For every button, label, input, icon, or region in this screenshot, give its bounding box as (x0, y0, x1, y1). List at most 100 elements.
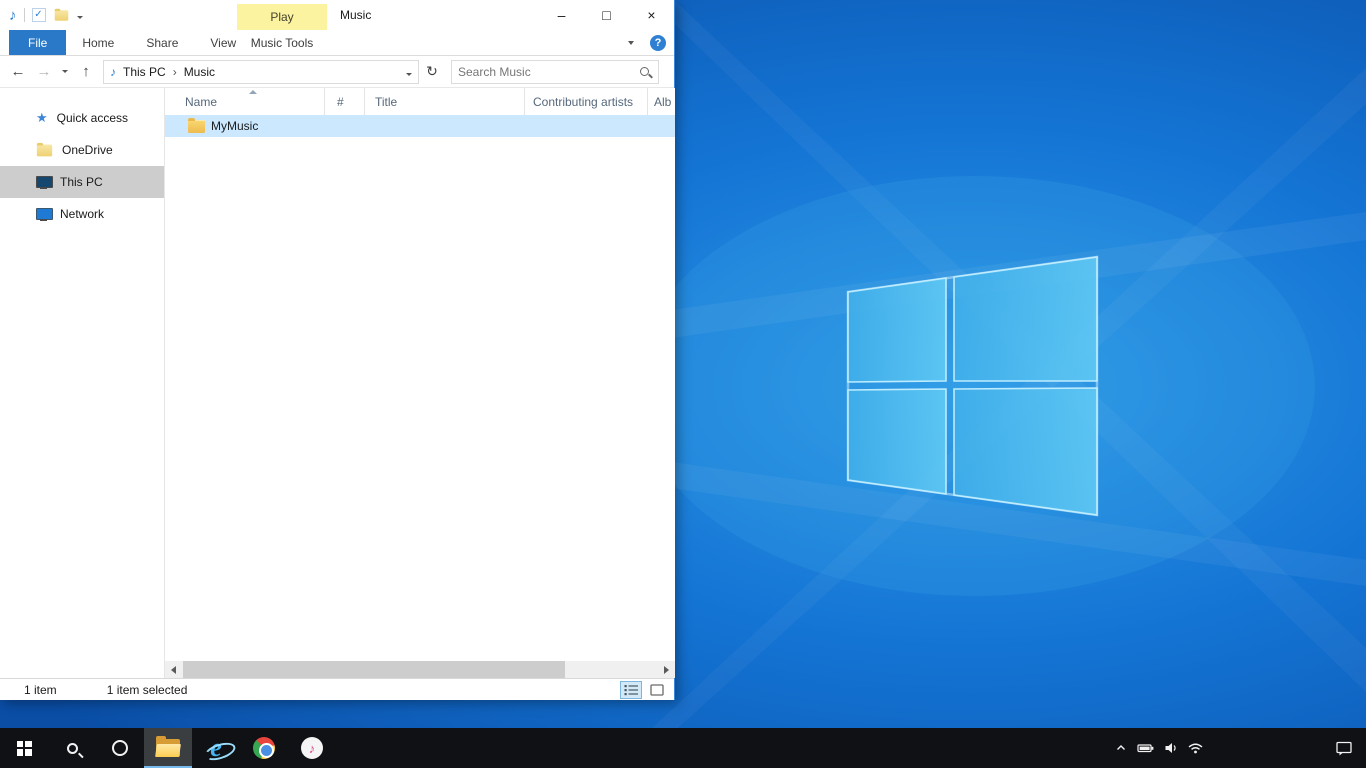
column-label: Contributing artists (533, 95, 633, 109)
sidebar-item-label: OneDrive (62, 143, 113, 157)
file-list-pane[interactable]: Name # Title Contributing artists Alb (165, 88, 675, 661)
breadcrumb-music[interactable]: Music (182, 65, 217, 79)
tray-show-hidden-icons-button[interactable] (1108, 728, 1133, 768)
details-view-icon (624, 684, 639, 696)
this-pc-icon (36, 176, 51, 189)
status-selection-count: 1 item selected (107, 683, 188, 697)
qat-customize-chevron-icon[interactable] (77, 8, 83, 22)
desktop: ♪ ✓ Play Music – □ × File Home Share Vie… (0, 0, 1366, 768)
close-button[interactable]: × (629, 0, 674, 30)
maximize-button[interactable]: □ (584, 0, 629, 30)
contextual-group-play-badge[interactable]: Play (237, 4, 327, 30)
tab-music-tools[interactable]: Music Tools (237, 30, 327, 56)
column-header-title[interactable]: Title (365, 88, 525, 115)
itunes-music-icon: ♪ (301, 737, 323, 759)
battery-icon (1137, 740, 1154, 756)
qat-new-folder-icon[interactable] (54, 10, 68, 20)
column-label: Title (375, 95, 397, 109)
up-button[interactable]: ↑ (74, 60, 98, 84)
minimize-button[interactable]: – (539, 0, 584, 30)
file-explorer-window: ♪ ✓ Play Music – □ × File Home Share Vie… (0, 0, 675, 700)
back-button[interactable]: ← (6, 60, 30, 84)
sidebar-item-network[interactable]: Network (0, 198, 164, 230)
file-row-mymusic[interactable]: MyMusic (165, 115, 675, 137)
details-view-button[interactable] (620, 681, 642, 699)
forward-button[interactable]: → (32, 60, 56, 84)
column-label: # (337, 95, 344, 109)
folder-icon (188, 120, 205, 133)
column-headers: Name # Title Contributing artists Alb (165, 88, 675, 115)
scroll-right-button[interactable] (658, 661, 675, 678)
address-toolbar: ← → ↑ ♪ This PC › Music ↻ (0, 56, 674, 88)
refresh-button[interactable]: ↻ (421, 63, 443, 80)
wifi-icon (1187, 740, 1204, 756)
internet-explorer-button[interactable]: e (192, 728, 240, 768)
large-icons-view-icon (650, 684, 664, 696)
cortana-button[interactable] (96, 728, 144, 768)
network-icon (36, 208, 51, 221)
taskbar-search-button[interactable] (48, 728, 96, 768)
file-explorer-taskbar-button[interactable] (144, 728, 192, 768)
search-icon (67, 743, 78, 754)
recent-locations-chevron-icon[interactable] (58, 60, 72, 84)
taskbar: e ♪ (0, 728, 1366, 768)
qat-separator (24, 8, 25, 22)
view-toggles (620, 681, 668, 699)
windows-logo-icon (17, 741, 32, 756)
column-header-contributing-artists[interactable]: Contributing artists (525, 88, 648, 115)
search-input[interactable] (452, 65, 640, 79)
help-button[interactable]: ? (650, 35, 666, 51)
horizontal-scrollbar[interactable] (165, 661, 675, 678)
sidebar-item-quick-access[interactable]: ★ Quick access (0, 102, 164, 134)
navigation-pane: ★ Quick access OneDrive This PC Network (0, 88, 165, 678)
tray-network-button[interactable] (1183, 728, 1208, 768)
sidebar-item-onedrive[interactable]: OneDrive (0, 134, 164, 166)
chrome-button[interactable] (240, 728, 288, 768)
status-bar: 1 item 1 item selected (0, 678, 674, 700)
breadcrumb-this-pc[interactable]: This PC (121, 65, 168, 79)
address-dropdown-chevron-icon[interactable] (406, 65, 412, 79)
file-explorer-icon (156, 739, 180, 757)
scroll-left-icon (171, 666, 176, 674)
address-bar[interactable]: ♪ This PC › Music (103, 60, 419, 84)
speaker-icon (1163, 740, 1179, 756)
app-music-icon: ♪ (9, 7, 17, 24)
internet-explorer-icon: e (210, 735, 222, 761)
column-header-name[interactable]: Name (165, 88, 325, 115)
tab-file[interactable]: File (9, 30, 66, 55)
column-header-album[interactable]: Alb (648, 88, 675, 115)
sidebar-item-label: Quick access (57, 111, 128, 125)
scrollbar-thumb[interactable] (183, 661, 565, 678)
scroll-right-icon (664, 666, 669, 674)
column-label: Name (185, 95, 217, 109)
search-icon[interactable] (640, 67, 649, 76)
ribbon-tab-row: File Home Share View Music Tools ? (0, 30, 674, 56)
window-title: Music (340, 0, 371, 30)
sidebar-item-label: Network (60, 207, 104, 221)
location-music-icon: ♪ (110, 65, 116, 79)
sidebar-item-label: This PC (60, 175, 103, 189)
system-tray (1108, 728, 1366, 768)
tray-battery-button[interactable] (1133, 728, 1158, 768)
caption-buttons: – □ × (539, 0, 674, 30)
action-center-button[interactable] (1321, 728, 1366, 768)
large-icons-view-button[interactable] (646, 681, 668, 699)
column-header-number[interactable]: # (325, 88, 365, 115)
tray-spacer (1208, 728, 1321, 768)
chrome-icon (253, 737, 275, 759)
tab-share[interactable]: Share (130, 30, 194, 55)
quick-access-star-icon: ★ (36, 110, 48, 126)
breadcrumb-chevron-icon[interactable]: › (173, 65, 177, 79)
tray-volume-button[interactable] (1158, 728, 1183, 768)
sidebar-item-this-pc[interactable]: This PC (0, 166, 164, 198)
ribbon-expand-chevron-icon[interactable] (621, 30, 641, 56)
scroll-left-button[interactable] (165, 661, 182, 678)
titlebar[interactable]: ♪ ✓ Play Music – □ × (0, 0, 674, 30)
start-button[interactable] (0, 728, 48, 768)
itunes-button[interactable]: ♪ (288, 728, 336, 768)
qat-properties-icon[interactable]: ✓ (32, 8, 46, 22)
tab-home[interactable]: Home (66, 30, 130, 55)
cortana-icon (112, 740, 128, 756)
file-name: MyMusic (211, 119, 258, 133)
search-box[interactable] (451, 60, 659, 84)
